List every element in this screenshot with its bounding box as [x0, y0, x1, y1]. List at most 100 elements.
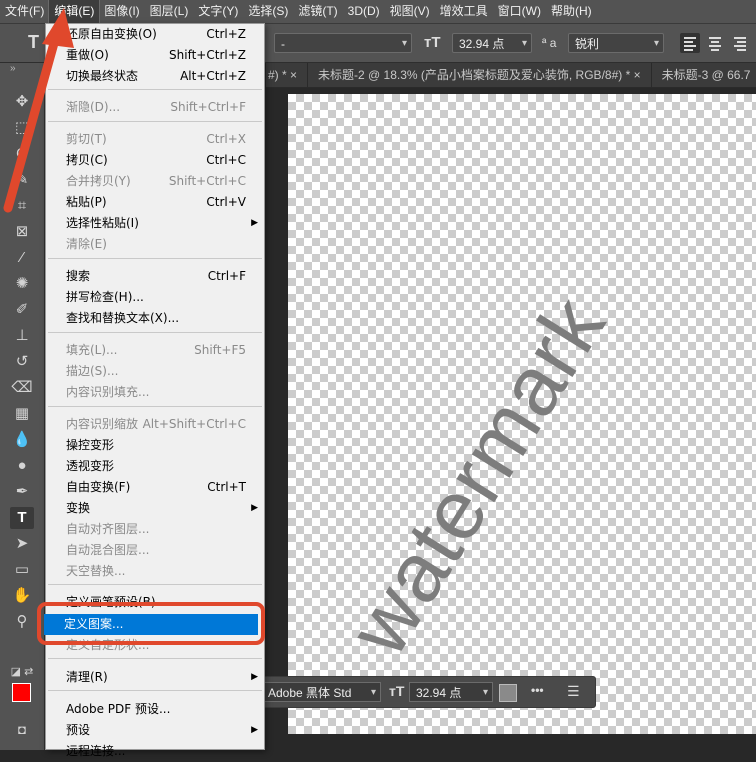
menu-0[interactable]: 文件(F)	[0, 0, 49, 23]
edit-menu-item[interactable]: 透视变形	[46, 456, 264, 477]
float-size-select[interactable]: 32.94 点 ▾	[409, 682, 493, 702]
edit-menu-item[interactable]: 拷贝(C) Ctrl+C	[46, 150, 264, 171]
antialias-select[interactable]: 锐利 ▾	[568, 33, 664, 53]
menu-1[interactable]: 编辑(E)	[48, 0, 101, 24]
dodge-tool-icon[interactable]: ●	[10, 455, 34, 477]
brush-tool-icon[interactable]: ✐	[10, 299, 34, 321]
align-left-button[interactable]	[680, 33, 700, 53]
float-size-value: 32.94 点	[416, 686, 462, 700]
eyedropper-tool-icon[interactable]: ⁄	[10, 247, 34, 269]
tab-document-3[interactable]: 未标题-3 @ 66.7	[652, 63, 756, 87]
text-tool-icon[interactable]: T	[28, 32, 39, 53]
menu-2[interactable]: 图像(I)	[99, 0, 144, 23]
edit-menu-item[interactable]: 搜索 Ctrl+F	[46, 266, 264, 287]
menu-item-label: 自动对齐图层...	[66, 522, 150, 536]
path-select-tool-icon[interactable]: ➤	[10, 533, 34, 555]
menu-item-label: 清理(R)	[66, 670, 108, 684]
menu-item-shortcut: Shift+F5	[194, 343, 246, 357]
default-colors-icon[interactable]: ◪ ⇄	[10, 661, 34, 683]
blur-tool-icon[interactable]: 💧	[10, 429, 34, 451]
marquee-tool-icon[interactable]: ⬚	[10, 117, 34, 139]
menu-8[interactable]: 视图(V)	[385, 0, 435, 23]
edit-menu-item[interactable]: 远程连接...	[46, 741, 264, 762]
edit-menu-item[interactable]: 切换最终状态 Alt+Ctrl+Z	[46, 66, 264, 87]
edit-menu-item[interactable]: 查找和替换文本(X)...	[46, 308, 264, 329]
font-style-select[interactable]: - ▾	[274, 33, 412, 53]
edit-menu-item[interactable]: 清除(E)	[46, 234, 264, 255]
menu-separator	[48, 584, 262, 585]
edit-menu-item[interactable]: 天空替换...	[46, 561, 264, 582]
quick-select-tool-icon[interactable]: ✎	[10, 169, 34, 191]
tab-document-1[interactable]: #) * ×	[266, 63, 309, 87]
menu-separator	[48, 690, 262, 691]
pen-tool-icon[interactable]: ✒	[10, 481, 34, 503]
contextual-task-bar: Adobe 黑体 Std ▾ ᴛT 32.94 点 ▾ ••• ☰	[258, 676, 596, 708]
transparent-canvas[interactable]: watermark	[288, 94, 756, 734]
menu-5[interactable]: 选择(S)	[243, 0, 293, 23]
edit-menu-item[interactable]: 清理(R) ▶	[46, 667, 264, 688]
hand-tool-icon[interactable]: ✋	[10, 585, 34, 607]
edit-menu-item[interactable]: 描边(S)...	[46, 361, 264, 382]
type-tool-icon[interactable]: T	[10, 507, 34, 529]
edit-menu-item[interactable]: 填充(L)... Shift+F5	[46, 340, 264, 361]
align-center-button[interactable]	[705, 33, 725, 53]
crop-tool-icon[interactable]: ⌗	[10, 195, 34, 217]
lasso-tool-icon[interactable]: ʘ	[10, 143, 34, 165]
font-size-value: 32.94 点	[459, 37, 505, 51]
menu-item-shortcut: Shift+Ctrl+C	[168, 174, 246, 188]
float-font-select[interactable]: Adobe 黑体 Std ▾	[261, 682, 381, 702]
menu-item-shortcut: Ctrl+T	[207, 480, 246, 494]
edit-menu-item[interactable]: 粘贴(P) Ctrl+V	[46, 192, 264, 213]
settings-sliders-icon[interactable]: ☰	[567, 683, 580, 700]
menu-10[interactable]: 窗口(W)	[493, 0, 546, 23]
history-brush-tool-icon[interactable]: ↺	[10, 351, 34, 373]
edit-menu-item[interactable]: 渐隐(D)... Shift+Ctrl+F	[46, 97, 264, 118]
edit-menu-item[interactable]: Adobe PDF 预设...	[46, 699, 264, 720]
foreground-color-swatch[interactable]	[12, 683, 31, 702]
gradient-tool-icon[interactable]: ▦	[10, 403, 34, 425]
menu-item-label: 剪切(T)	[66, 132, 107, 146]
menu-11[interactable]: 帮助(H)	[546, 0, 597, 23]
edit-menu-item[interactable]: 合并拷贝(Y) Shift+Ctrl+C	[46, 171, 264, 192]
edit-menu-item[interactable]: 还原自由变换(O) Ctrl+Z	[46, 24, 264, 45]
edit-menu-item[interactable]: 重做(O) Shift+Ctrl+Z	[46, 45, 264, 66]
edit-menu-item[interactable]: 变换 ▶	[46, 498, 264, 519]
watermark-text[interactable]: watermark	[330, 213, 667, 671]
align-right-button[interactable]	[730, 33, 750, 53]
edit-menu-item[interactable]: 预设 ▶	[46, 720, 264, 741]
tab-document-2[interactable]: 未标题-2 @ 18.3% (产品小档案标题及爱心装饰, RGB/8#) * ×	[308, 63, 652, 87]
highlight-annotation-box	[37, 602, 265, 645]
document-tabs: #) * × 未标题-2 @ 18.3% (产品小档案标题及爱心装饰, RGB/…	[266, 63, 756, 88]
menu-4[interactable]: 文字(Y)	[193, 0, 243, 23]
menu-item-shortcut: Shift+Ctrl+F	[170, 100, 246, 114]
edit-menu-item[interactable]: 自动对齐图层...	[46, 519, 264, 540]
submenu-arrow-icon: ▶	[251, 503, 258, 513]
menu-7[interactable]: 3D(D)	[343, 0, 385, 23]
canvas-area[interactable]: watermark	[266, 88, 756, 750]
edit-menu-item[interactable]: 拼写检查(H)...	[46, 287, 264, 308]
frame-tool-icon[interactable]: ⊠	[10, 221, 34, 243]
edit-menu-item[interactable]: 剪切(T) Ctrl+X	[46, 129, 264, 150]
edit-menu-item[interactable]: 操控变形	[46, 435, 264, 456]
menu-3[interactable]: 图层(L)	[145, 0, 194, 23]
edit-menu-item[interactable]: 内容识别缩放 Alt+Shift+Ctrl+C	[46, 414, 264, 435]
submenu-arrow-icon: ▶	[251, 218, 258, 228]
edit-menu-item[interactable]: 自动混合图层...	[46, 540, 264, 561]
eraser-tool-icon[interactable]: ⌫	[10, 377, 34, 399]
edit-menu-item[interactable]: 自由变换(F) Ctrl+T	[46, 477, 264, 498]
edit-menu-item[interactable]: 选择性粘贴(I) ▶	[46, 213, 264, 234]
more-options-icon[interactable]: •••	[531, 683, 544, 697]
quick-mask-icon[interactable]: ◘	[10, 719, 34, 741]
zoom-tool-icon[interactable]: ⚲	[10, 611, 34, 633]
font-size-select[interactable]: 32.94 点 ▾	[452, 33, 532, 53]
healing-tool-icon[interactable]: ✺	[10, 273, 34, 295]
panel-collapse-icon[interactable]: »	[10, 63, 16, 74]
rectangle-tool-icon[interactable]: ▭	[10, 559, 34, 581]
float-color-swatch[interactable]	[499, 684, 517, 702]
menu-9[interactable]: 增效工具	[435, 0, 493, 23]
edit-menu-item[interactable]: 内容识别填充...	[46, 382, 264, 403]
stamp-tool-icon[interactable]: ⊥	[10, 325, 34, 347]
menu-6[interactable]: 滤镜(T)	[293, 0, 342, 23]
menu-item-label: 重做(O)	[66, 48, 109, 62]
move-tool-icon[interactable]: ✥	[10, 91, 34, 113]
